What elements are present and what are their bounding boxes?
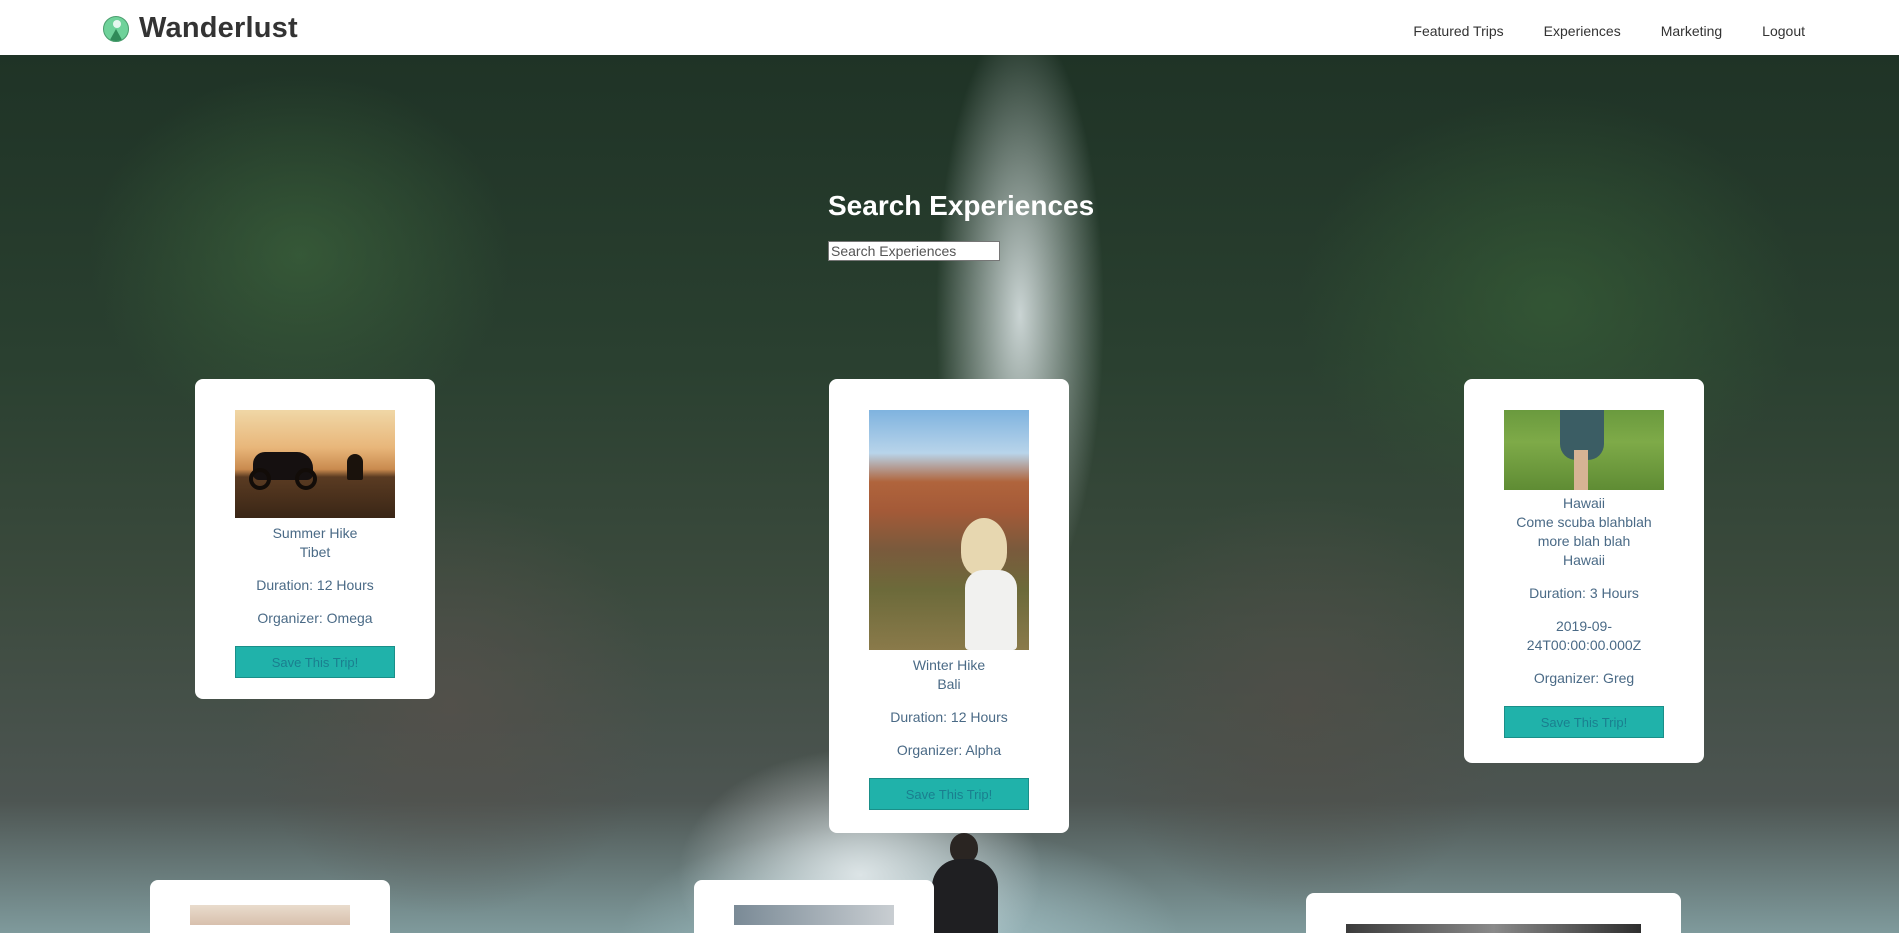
search-input[interactable] xyxy=(828,241,1000,261)
save-trip-button[interactable]: Save This Trip! xyxy=(869,778,1029,810)
brand-name: Wanderlust xyxy=(139,12,298,44)
nav-link-marketing[interactable]: Marketing xyxy=(1661,23,1722,39)
motorcycle-sunset-image xyxy=(235,410,395,518)
trip-organizer: Organizer: Omega xyxy=(257,610,373,626)
trip-description: Come scuba blahblah more blah blah xyxy=(1516,514,1652,549)
nav-link-logout[interactable]: Logout xyxy=(1762,23,1805,39)
top-navbar: Wanderlust Featured Trips Experiences Ma… xyxy=(0,0,1899,55)
trip-card-partial xyxy=(150,880,390,933)
trip-duration: Duration: 12 Hours xyxy=(890,709,1008,725)
nav-links: Featured Trips Experiences Marketing Log… xyxy=(1413,23,1805,39)
woman-canyon-image xyxy=(869,410,1029,650)
grass-walk-image xyxy=(1504,410,1664,490)
save-trip-button[interactable]: Save This Trip! xyxy=(1504,706,1664,738)
trip-duration: Duration: 12 Hours xyxy=(256,577,374,593)
trip-date: 2019-09-24T00:00:00.000Z xyxy=(1526,618,1642,653)
nav-link-featured-trips[interactable]: Featured Trips xyxy=(1413,23,1503,39)
trip-card-partial xyxy=(694,880,934,933)
trip-title: Winter Hike xyxy=(912,657,986,673)
trip-location: Hawaii xyxy=(1562,552,1605,568)
trip-duration: Duration: 3 Hours xyxy=(1529,585,1639,601)
trip-organizer: Organizer: Greg xyxy=(1533,670,1635,686)
mountain-logo-icon xyxy=(103,15,129,42)
trip-card: Hawaii Come scuba blahblah more blah bla… xyxy=(1464,379,1704,763)
trip-card: Summer Hike Tibet Duration: 12 Hours Org… xyxy=(195,379,435,699)
trip-image xyxy=(190,905,350,925)
nav-link-experiences[interactable]: Experiences xyxy=(1544,23,1621,39)
trip-card-partial xyxy=(1306,893,1681,933)
brand[interactable]: Wanderlust xyxy=(103,12,298,45)
search-title: Search Experiences xyxy=(828,190,1095,221)
trip-location: Bali xyxy=(937,676,961,692)
trip-image xyxy=(734,905,894,925)
save-trip-button[interactable]: Save This Trip! xyxy=(235,646,395,678)
trip-card: Winter Hike Bali Duration: 12 Hours Orga… xyxy=(829,379,1069,833)
trip-title: Hawaii xyxy=(1562,495,1605,511)
person-silhouette xyxy=(930,833,1000,933)
trip-location: Tibet xyxy=(299,544,331,560)
trip-title: Summer Hike xyxy=(272,525,358,541)
trip-organizer: Organizer: Alpha xyxy=(896,742,1002,758)
trip-image xyxy=(1346,924,1641,933)
